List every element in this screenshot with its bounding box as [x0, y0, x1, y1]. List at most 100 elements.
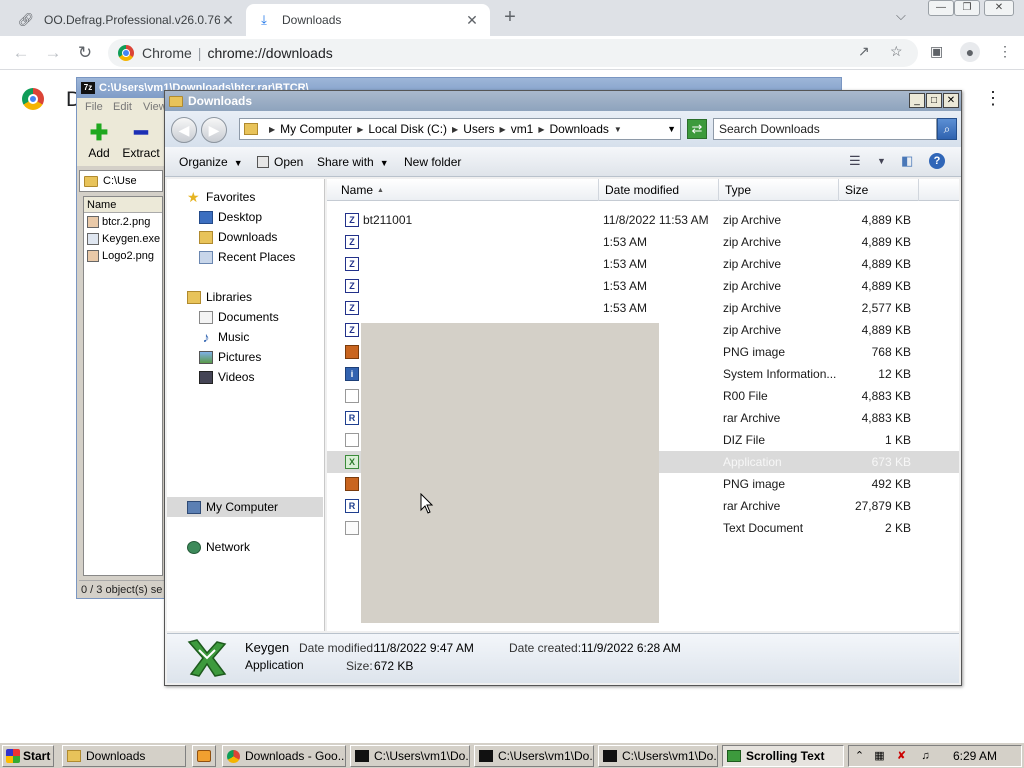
close-window-button[interactable]: ✕	[984, 0, 1014, 16]
nav-videos[interactable]: Videos	[199, 370, 254, 384]
list-item[interactable]: Logo2.png	[84, 247, 162, 264]
new-tab-button[interactable]: +	[498, 6, 522, 30]
chrome-menu-icon[interactable]: ⋮	[998, 43, 1012, 60]
tab-search-chevron-icon[interactable]: ⌵	[896, 8, 906, 24]
cell-type: zip Archive	[723, 301, 782, 315]
restore-button[interactable]: ❐	[954, 0, 980, 16]
taskbar-item-chrome[interactable]: Downloads - Goo...	[222, 745, 346, 767]
taskbar-item-scrolling-text[interactable]: Scrolling Text	[722, 745, 844, 767]
table-row[interactable]: Z 1:53 AM zip Archive 4,889 KB	[327, 275, 959, 297]
close-icon[interactable]: ✕	[220, 12, 236, 29]
breadcrumb-item[interactable]: My Computer	[280, 122, 352, 136]
menu-file[interactable]: File	[85, 101, 103, 113]
explorer-titlebar[interactable]: Downloads _ □ ✕	[165, 91, 961, 111]
nav-documents[interactable]: Documents	[199, 310, 279, 324]
tray-clock[interactable]: 6:29 AM	[953, 749, 997, 763]
nav-favorites[interactable]: ★ Favorites	[187, 190, 255, 205]
cell-size: 768 KB	[871, 345, 911, 359]
help-icon[interactable]: ?	[929, 153, 945, 169]
cell-size: 2,577 KB	[861, 301, 911, 315]
tray-security-icon[interactable]: ✘	[895, 750, 908, 763]
tray-network-icon[interactable]: ▦	[873, 750, 886, 763]
start-button[interactable]: Start	[2, 745, 54, 767]
close-button[interactable]: ✕	[943, 93, 959, 108]
nav-pictures[interactable]: Pictures	[199, 350, 261, 364]
taskbar-item-7zip-2[interactable]: C:\Users\vm1\Do...	[474, 745, 594, 767]
open-button[interactable]: Open	[257, 155, 303, 169]
taskbar-item-downloads[interactable]: Downloads	[62, 745, 186, 767]
chevron-right-icon[interactable]: ▶	[538, 125, 544, 134]
breadcrumb-item[interactable]: vm1	[511, 122, 534, 136]
7zip-column-name[interactable]: Name	[84, 197, 162, 213]
share-with-button[interactable]: Share with ▼	[317, 155, 389, 169]
minimize-button[interactable]: _	[909, 93, 925, 108]
reload-button[interactable]: ↻	[74, 42, 96, 64]
back-button[interactable]: ◀	[171, 117, 197, 143]
organize-button[interactable]: Organize ▼	[179, 155, 243, 169]
search-input[interactable]: Search Downloads	[713, 118, 937, 140]
forward-button[interactable]: ▶	[201, 117, 227, 143]
nav-libraries[interactable]: Libraries	[187, 290, 252, 304]
breadcrumb[interactable]: ▶ My Computer ▶ Local Disk (C:) ▶ Users …	[239, 118, 681, 140]
list-item[interactable]: Keygen.exe	[84, 230, 162, 247]
taskbar-item-7zip-3[interactable]: C:\Users\vm1\Do...	[598, 745, 718, 767]
search-icon[interactable]: ⌕	[937, 118, 957, 140]
table-row[interactable]: Z 1:53 AM zip Archive 4,889 KB	[327, 253, 959, 275]
list-item[interactable]: btcr.2.png	[84, 213, 162, 230]
tray-volume-icon[interactable]: ♫	[919, 750, 932, 763]
breadcrumb-item[interactable]: Local Disk (C:)	[368, 122, 447, 136]
tray-expand-icon[interactable]: ⌃	[853, 750, 866, 763]
taskbar-item-media[interactable]	[192, 745, 216, 767]
nav-desktop[interactable]: Desktop	[199, 210, 262, 224]
table-row[interactable]: Z 1:53 AM zip Archive 2,577 KB	[327, 297, 959, 319]
nav-recent-places[interactable]: Recent Places	[199, 250, 295, 264]
view-options-icon[interactable]: ☰	[849, 153, 861, 169]
extract-button[interactable]: ━ Extract	[119, 120, 163, 160]
forward-button[interactable]: →	[42, 42, 64, 64]
nav-downloads[interactable]: Downloads	[199, 230, 277, 244]
chevron-down-icon[interactable]: ▼	[614, 125, 622, 134]
breadcrumb-item[interactable]: Downloads	[550, 122, 609, 136]
back-button[interactable]: ←	[10, 42, 32, 64]
tab-downloads[interactable]: ⤓ Downloads ✕	[246, 4, 490, 36]
column-size[interactable]: Size	[839, 179, 919, 201]
refresh-button[interactable]: ⇄	[687, 119, 707, 139]
maximize-button[interactable]: □	[926, 93, 942, 108]
chevron-right-icon[interactable]: ▶	[357, 125, 363, 134]
7zip-path-field[interactable]: C:\Use	[79, 170, 163, 192]
close-icon[interactable]: ✕	[464, 12, 480, 29]
table-row[interactable]: Zbt211001 11/8/2022 11:53 AM zip Archive 4,…	[327, 209, 959, 231]
bookmark-star-icon[interactable]: ☆	[890, 43, 903, 60]
tab-oo-defrag[interactable]: 🔗︎ OO.Defrag.Professional.v26.0.7639 ✕	[8, 4, 246, 36]
side-panel-icon[interactable]: ▣	[930, 43, 943, 60]
profile-avatar-icon[interactable]: ●	[960, 42, 980, 62]
cell-size: 4,889 KB	[861, 213, 911, 227]
preview-pane-icon[interactable]: ◧	[901, 153, 913, 169]
file-list-pane: Name ▲ Date modified Type Size Zbt211001 1…	[327, 179, 959, 631]
breadcrumb-item[interactable]: Users	[463, 122, 494, 136]
details-date-created: 11/9/2022 6:28 AM	[581, 641, 681, 655]
downloads-menu-icon[interactable]: ⋮	[984, 88, 1002, 109]
chevron-down-icon[interactable]: ▼	[877, 156, 886, 166]
column-date-modified[interactable]: Date modified	[599, 179, 719, 201]
cell-type: Application	[723, 455, 782, 469]
chevron-right-icon[interactable]: ▶	[269, 125, 275, 134]
table-row[interactable]: Z 1:53 AM zip Archive 4,889 KB	[327, 231, 959, 253]
omnibox[interactable]: Chrome | chrome://downloads	[108, 39, 918, 67]
taskbar-item-7zip-1[interactable]: C:\Users\vm1\Do...	[350, 745, 470, 767]
chevron-right-icon[interactable]: ▶	[500, 125, 506, 134]
chevron-right-icon[interactable]: ▶	[452, 125, 458, 134]
column-type[interactable]: Type	[719, 179, 839, 201]
menu-edit[interactable]: Edit	[113, 101, 132, 113]
column-name[interactable]: Name ▲	[335, 179, 599, 201]
share-icon[interactable]: ↗	[858, 43, 870, 60]
address-dropdown-icon[interactable]: ▼	[667, 124, 676, 134]
new-folder-button[interactable]: New folder	[404, 155, 461, 169]
nav-my-computer[interactable]: My Computer	[187, 500, 278, 514]
minimize-button[interactable]: —	[928, 0, 954, 16]
cell-size: 4,889 KB	[861, 235, 911, 249]
nav-music[interactable]: ♪ Music	[199, 330, 250, 345]
tab-title: OO.Defrag.Professional.v26.0.7639	[44, 13, 220, 27]
add-button[interactable]: ✚ Add	[77, 120, 121, 160]
nav-network[interactable]: Network	[187, 540, 250, 554]
